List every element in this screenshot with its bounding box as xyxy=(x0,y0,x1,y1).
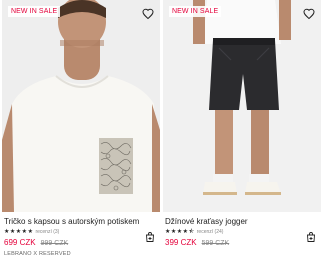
star-icon: ★ xyxy=(21,229,28,235)
star-icon: ★ xyxy=(170,229,177,235)
product-image[interactable]: NEW IN SALE xyxy=(2,0,160,212)
product-card[interactable]: NEW IN SALE Tričko s kapsou s autorským … xyxy=(2,0,162,270)
rating-stars: ★ ★ ★ ★ ★ xyxy=(4,229,33,236)
price-row: 699 CZK 999 CZK xyxy=(4,238,68,247)
product-image[interactable]: NEW IN SALE xyxy=(163,0,321,212)
rating-count: recenzí (24) xyxy=(196,229,224,235)
sale-price: 399 CZK xyxy=(165,238,197,247)
original-price: 599 CZK xyxy=(201,240,230,247)
star-half-icon: ⯪ xyxy=(188,229,195,235)
brand-label: LEBRANO X RESERVED xyxy=(4,251,71,257)
product-title[interactable]: Tričko s kapsou s autorským potiskem xyxy=(4,217,160,227)
product-grid: NEW IN SALE Tričko s kapsou s autorským … xyxy=(0,0,324,270)
price-row: 399 CZK 599 CZK xyxy=(165,238,229,247)
product-photo-shorts xyxy=(163,0,321,212)
star-icon: ★ xyxy=(176,229,183,235)
star-icon: ★ xyxy=(4,229,10,235)
sale-badge: NEW IN SALE xyxy=(8,6,61,17)
product-card[interactable]: NEW IN SALE Džínové kraťasy jogger ★ ★ ★… xyxy=(163,0,323,270)
add-to-cart-icon[interactable] xyxy=(305,231,317,243)
star-icon: ★ xyxy=(15,229,22,235)
star-icon: ★ xyxy=(9,229,16,235)
add-to-cart-icon[interactable] xyxy=(144,231,156,243)
sale-badge: NEW IN SALE xyxy=(169,6,222,17)
original-price: 999 CZK xyxy=(40,240,69,247)
product-photo-tshirt xyxy=(2,0,160,212)
sale-price: 699 CZK xyxy=(4,238,36,247)
product-rating: ★ ★ ★ ★ ★ recenzí (3) xyxy=(4,229,59,236)
product-rating: ★ ★ ★ ★ ⯪ recenzí (24) xyxy=(165,229,223,236)
rating-count: recenzí (3) xyxy=(35,229,60,235)
heart-icon[interactable] xyxy=(142,8,154,20)
star-icon: ★ xyxy=(27,229,33,235)
rating-stars: ★ ★ ★ ★ ⯪ xyxy=(165,229,195,236)
star-icon: ★ xyxy=(182,229,189,235)
heart-icon[interactable] xyxy=(303,8,315,20)
product-title[interactable]: Džínové kraťasy jogger xyxy=(165,217,321,227)
star-icon: ★ xyxy=(165,229,171,235)
